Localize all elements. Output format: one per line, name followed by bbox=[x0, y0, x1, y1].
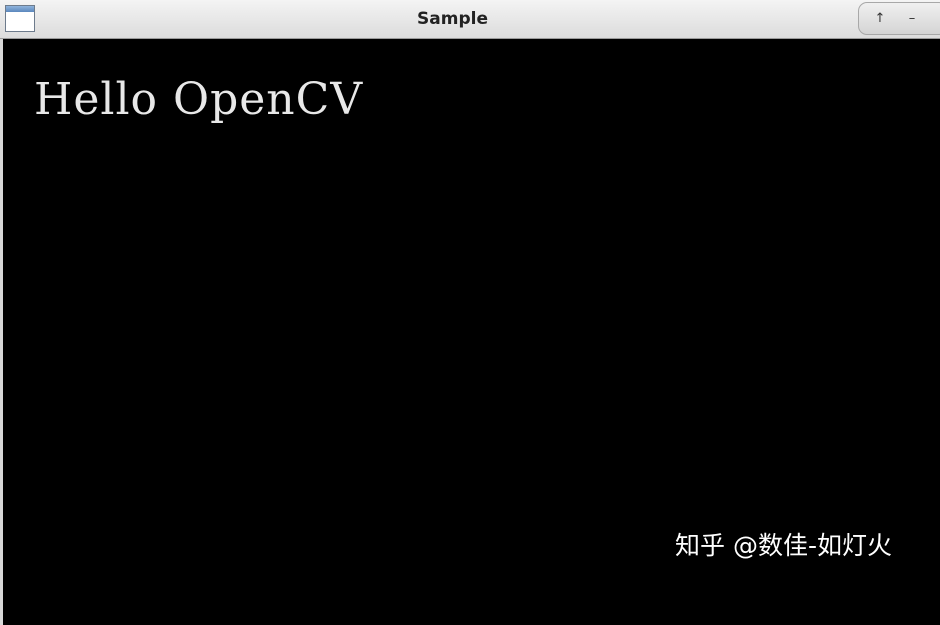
title-bar[interactable]: Sample ↑ – bbox=[0, 0, 940, 39]
canvas-text: Hello OpenCV bbox=[34, 74, 364, 125]
app-window: Sample ↑ – Hello OpenCV 知乎 @数佳-如灯火 bbox=[0, 0, 940, 625]
minimize-icon[interactable]: – bbox=[903, 10, 921, 28]
window-title: Sample bbox=[417, 9, 488, 29]
watermark: 知乎 @数佳-如灯火 bbox=[675, 531, 892, 560]
maximize-icon[interactable]: ↑ bbox=[871, 10, 889, 28]
window-controls: ↑ – bbox=[858, 2, 940, 35]
